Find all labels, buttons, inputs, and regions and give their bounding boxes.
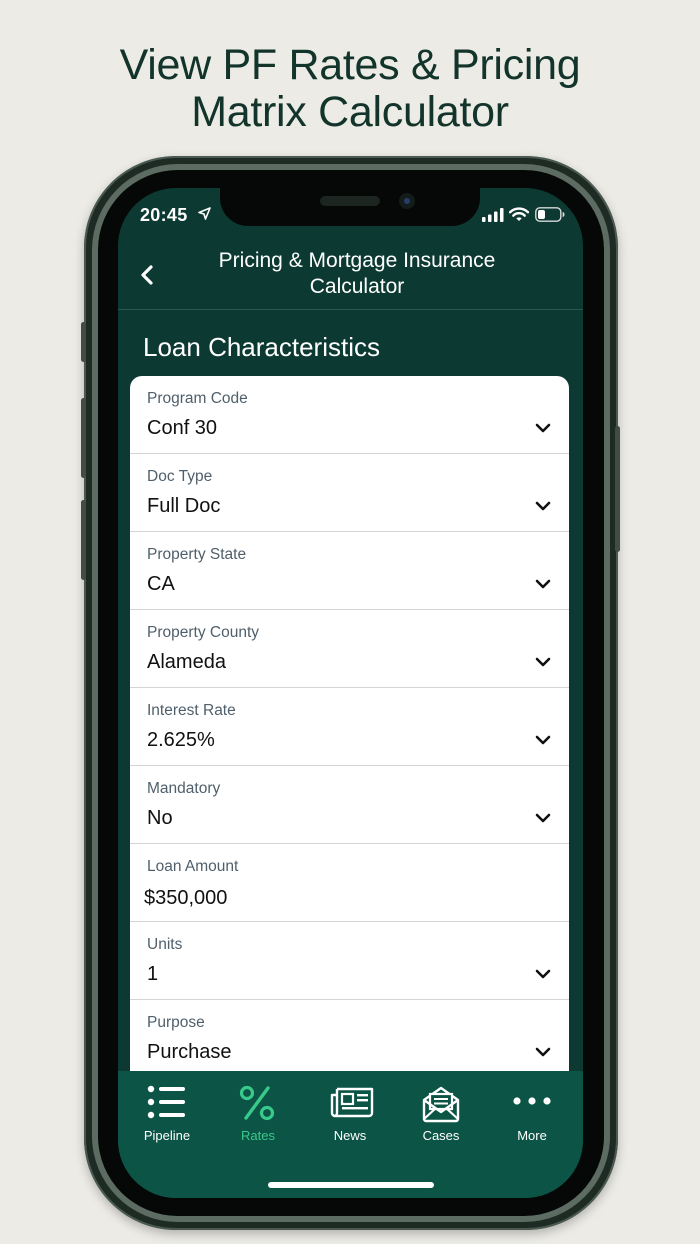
newspaper-icon	[330, 1087, 374, 1118]
tab-pipeline[interactable]: Pipeline	[121, 1071, 213, 1157]
chevron-down-icon	[535, 1047, 551, 1057]
field-label: Purpose	[147, 1014, 205, 1031]
wifi-icon	[509, 207, 529, 221]
field-value: 2.625%	[147, 729, 215, 751]
field-value: Conf 30	[147, 417, 218, 439]
page-title-line-1: Pricing & Mortgage Insurance	[218, 249, 496, 272]
back-button[interactable]	[136, 260, 160, 290]
chevron-down-icon	[535, 657, 551, 667]
tab-cases[interactable]: Cases	[395, 1071, 487, 1157]
chevron-down-icon	[535, 501, 551, 511]
headline-line-1: View PF Rates & Pricing	[119, 41, 581, 89]
tab-bar: Pipeline Rates News Cases More	[118, 1071, 583, 1198]
loan-amount-input[interactable]: Loan Amount $350,000	[130, 844, 569, 922]
program-code-select[interactable]: Program Code Conf 30	[130, 376, 569, 454]
property-state-select[interactable]: Property State CA	[130, 532, 569, 610]
page-title-line-2: Calculator	[309, 275, 405, 298]
tab-news[interactable]: News	[304, 1071, 396, 1157]
cellular-signal-icon	[482, 208, 504, 222]
front-camera	[399, 193, 415, 209]
chevron-left-icon	[141, 265, 153, 285]
units-select[interactable]: Units 1	[130, 922, 569, 1000]
purpose-select[interactable]: Purpose Purchase	[130, 1000, 569, 1078]
earpiece-speaker	[320, 196, 380, 206]
headline-line-2: Matrix Calculator	[191, 88, 509, 136]
tab-more[interactable]: More	[486, 1071, 578, 1157]
property-county-select[interactable]: Property County Alameda	[130, 610, 569, 688]
phone-power-button	[615, 426, 620, 552]
doc-type-select[interactable]: Doc Type Full Doc	[130, 454, 569, 532]
notch	[220, 188, 480, 226]
field-value: Alameda	[147, 651, 226, 673]
field-value: 1	[147, 963, 159, 985]
header-divider	[118, 309, 583, 310]
tab-label: More	[517, 1128, 547, 1143]
phone-screen: 20:45 Pricing & Mortgage Insurance Calcu…	[118, 188, 583, 1198]
home-indicator[interactable]	[268, 1182, 434, 1188]
tab-label: Rates	[241, 1128, 275, 1143]
tab-label: Pipeline	[143, 1128, 191, 1143]
field-label: Property State	[147, 546, 247, 563]
tab-rates[interactable]: Rates	[212, 1071, 304, 1157]
mandatory-select[interactable]: Mandatory No	[130, 766, 569, 844]
phone-volume-up	[81, 398, 86, 478]
phone-volume-down	[81, 500, 86, 580]
loan-form-card: Program Code Conf 30 Doc Type Full Doc P…	[130, 376, 569, 1086]
field-label: Mandatory	[147, 780, 221, 797]
field-label: Program Code	[147, 390, 248, 407]
chevron-down-icon	[535, 969, 551, 979]
location-arrow-icon	[198, 207, 211, 220]
chevron-down-icon	[535, 579, 551, 589]
page-title: Pricing & Mortgage Insurance Calculator	[178, 248, 536, 300]
tab-label: News	[333, 1128, 367, 1143]
percent-icon	[239, 1085, 275, 1121]
phone-mute-switch	[81, 322, 86, 362]
more-dots-icon	[513, 1097, 551, 1105]
chevron-down-icon	[535, 813, 551, 823]
battery-icon	[535, 207, 565, 222]
envelope-open-icon	[422, 1086, 460, 1123]
field-label: Interest Rate	[147, 702, 236, 719]
list-icon	[147, 1085, 185, 1119]
field-value[interactable]: $350,000	[144, 887, 227, 910]
field-label: Doc Type	[147, 468, 213, 485]
field-value: CA	[147, 573, 175, 595]
field-label: Property County	[147, 624, 259, 641]
field-label: Units	[147, 936, 183, 953]
section-title: Loan Characteristics	[143, 332, 380, 362]
chevron-down-icon	[535, 423, 551, 433]
tab-label: Cases	[422, 1128, 460, 1143]
field-label: Loan Amount	[147, 858, 239, 875]
interest-rate-select[interactable]: Interest Rate 2.625%	[130, 688, 569, 766]
marketing-headline: View PF Rates & Pricing Matrix Calculato…	[0, 42, 700, 136]
field-value: Full Doc	[147, 495, 221, 517]
field-value: No	[147, 807, 173, 829]
status-time: 20:45	[140, 205, 188, 225]
field-value: Purchase	[147, 1041, 232, 1063]
chevron-down-icon	[535, 735, 551, 745]
